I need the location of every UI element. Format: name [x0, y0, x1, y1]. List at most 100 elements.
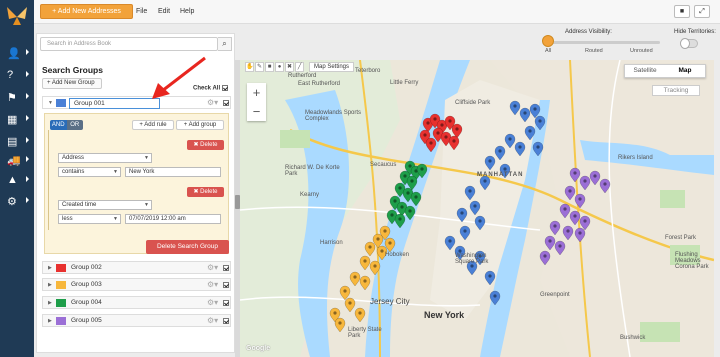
gear-icon[interactable]: ⚙▾ [207, 280, 218, 289]
place-label: Jersey City [370, 297, 410, 306]
chevron-down-icon[interactable]: ▼ [48, 100, 53, 106]
tracking-button[interactable]: Tracking [652, 85, 700, 96]
rule-date-input[interactable]: 07/07/2019 12:00 am [125, 214, 221, 224]
nav-fleet-icon[interactable]: 🚚 [7, 152, 29, 168]
menu-help[interactable]: Help [180, 8, 194, 15]
chevron-right-icon[interactable]: ▶ [48, 282, 52, 288]
chevron-down-icon: ▼ [113, 169, 118, 175]
group-checkbox[interactable] [223, 265, 229, 271]
pen-tool-icon[interactable]: ✎ [255, 62, 264, 72]
nav-add-user-icon[interactable]: 👤 [7, 45, 29, 61]
nav-orders-icon[interactable]: ▤ [7, 133, 29, 149]
square-tool-icon[interactable]: ■ [265, 62, 274, 72]
address-book-search-input[interactable]: Search in Address Book [40, 37, 218, 51]
map-pin-dot [426, 121, 430, 125]
map-type-switch[interactable]: Satellite Map [624, 64, 706, 78]
visibility-stop-unrouted[interactable]: Unrouted [630, 48, 653, 54]
rule-value-input[interactable]: New York [125, 167, 221, 177]
group-color-swatch[interactable] [56, 317, 66, 325]
gear-icon[interactable]: ⚙▾ [207, 298, 218, 307]
circle-tool-icon[interactable]: ● [275, 62, 284, 72]
group-checkbox[interactable] [223, 100, 229, 106]
map-pin-dot [440, 123, 444, 127]
group-row[interactable]: ▶ Group 004 ⚙▾ [42, 296, 231, 309]
map-view[interactable]: Rutherford East Rutherford Teterboro Lit… [240, 60, 714, 357]
group-color-swatch[interactable] [56, 299, 66, 307]
toggle-knob[interactable] [680, 38, 690, 49]
search-icon[interactable]: ⌕ [218, 37, 232, 51]
group-name-input[interactable]: Group 001 [69, 98, 160, 109]
nav-help-icon[interactable]: ? [7, 67, 29, 83]
group-checkbox[interactable] [223, 282, 229, 288]
rule-operator-value: contains [62, 169, 85, 175]
delete-rule-button[interactable]: ✖ Delete [187, 140, 224, 150]
annotation-arrow-icon [152, 56, 206, 99]
add-group-button[interactable]: + Add group [176, 120, 224, 130]
group-color-swatch[interactable] [56, 281, 66, 289]
group-checkbox[interactable] [223, 300, 229, 306]
add-new-addresses-button[interactable]: + Add New Addresses [40, 4, 133, 19]
nav-team-icon[interactable]: ⚙ [7, 193, 29, 209]
or-button[interactable]: OR [66, 120, 83, 130]
group-color-swatch[interactable] [56, 99, 66, 107]
map-pin-dot [455, 127, 459, 131]
gear-icon[interactable]: ⚙▾ [207, 263, 218, 272]
and-or-toggle[interactable]: AND OR [50, 120, 83, 130]
rule-operator-select[interactable]: contains ▼ [58, 167, 121, 177]
panel-title: Search Groups [42, 65, 103, 75]
visibility-knob[interactable] [542, 35, 554, 47]
check-all-checkbox[interactable] [221, 85, 228, 91]
rule-connector [48, 130, 49, 230]
map-pin-dot [523, 111, 527, 115]
group-row[interactable]: ▶ Group 002 ⚙▾ [42, 261, 231, 274]
delete-search-group-button[interactable]: Delete Search Group [146, 240, 229, 254]
map-pin-dot [538, 119, 542, 123]
zoom-out-button[interactable]: − [247, 102, 266, 121]
visibility-stop-routed[interactable]: Routed [585, 48, 603, 54]
map-pin-dot [463, 229, 467, 233]
map-pin-dot [444, 135, 448, 139]
gear-icon[interactable]: ⚙▾ [207, 316, 218, 325]
group-checkbox[interactable] [223, 318, 229, 324]
nav-analytics-icon[interactable]: ▲ [7, 172, 29, 188]
and-button[interactable]: AND [50, 120, 67, 130]
map-pin-dot [338, 321, 342, 325]
map-pin-dot [508, 137, 512, 141]
group-color-swatch[interactable] [56, 264, 66, 272]
visibility-track[interactable] [548, 41, 660, 44]
map-button[interactable]: Map [665, 65, 705, 77]
delete-rule-button[interactable]: ✖ Delete [187, 187, 224, 197]
group-row[interactable]: ▶ Group 005 ⚙▾ [42, 314, 231, 327]
rule-editor: AND OR + Add rule + Add group ✖ Delete A… [44, 113, 229, 254]
group-row[interactable]: ▶ Group 003 ⚙▾ [42, 278, 231, 291]
chevron-right-icon[interactable]: ▶ [48, 318, 52, 324]
camera-icon[interactable]: ■ [674, 5, 690, 18]
rule-field-select[interactable]: Address ▼ [58, 153, 152, 163]
chevron-down-icon: ▼ [144, 155, 149, 161]
map-settings-button[interactable]: Map Settings [309, 62, 354, 72]
map-pin-dot [573, 214, 577, 218]
map-pin-dot [420, 167, 424, 171]
add-rule-button[interactable]: + Add rule [132, 120, 174, 130]
rule-operator-select[interactable]: less ▼ [58, 214, 121, 224]
zoom-in-button[interactable]: + [247, 83, 266, 102]
hand-tool-icon[interactable]: ✋ [245, 62, 254, 72]
place-label: Cliffside Park [455, 100, 491, 106]
map-pin-dot [403, 174, 407, 178]
chevron-right-icon[interactable]: ▶ [48, 265, 52, 271]
visibility-stop-all[interactable]: All [545, 48, 551, 54]
gear-icon[interactable]: ⚙▾ [207, 98, 218, 107]
menu-edit[interactable]: Edit [158, 8, 170, 15]
fullscreen-icon[interactable]: ⤢ [694, 5, 710, 18]
nav-routes-icon[interactable]: ⚑ [7, 89, 29, 105]
cross-tool-icon[interactable]: ✖ [285, 62, 294, 72]
nav-cart-icon[interactable]: ▦ [7, 111, 29, 127]
group-name: Group 002 [71, 264, 102, 271]
menu-file[interactable]: File [136, 8, 147, 15]
chevron-right-icon[interactable]: ▶ [48, 300, 52, 306]
address-visibility-slider[interactable]: Address Visibility: All Routed Unrouted [540, 29, 668, 55]
satellite-button[interactable]: Satellite [625, 65, 665, 77]
line-tool-icon[interactable]: ╱ [295, 62, 304, 72]
rule-field-select[interactable]: Created time ▼ [58, 200, 152, 210]
add-new-group-button[interactable]: + Add New Group [42, 78, 102, 89]
